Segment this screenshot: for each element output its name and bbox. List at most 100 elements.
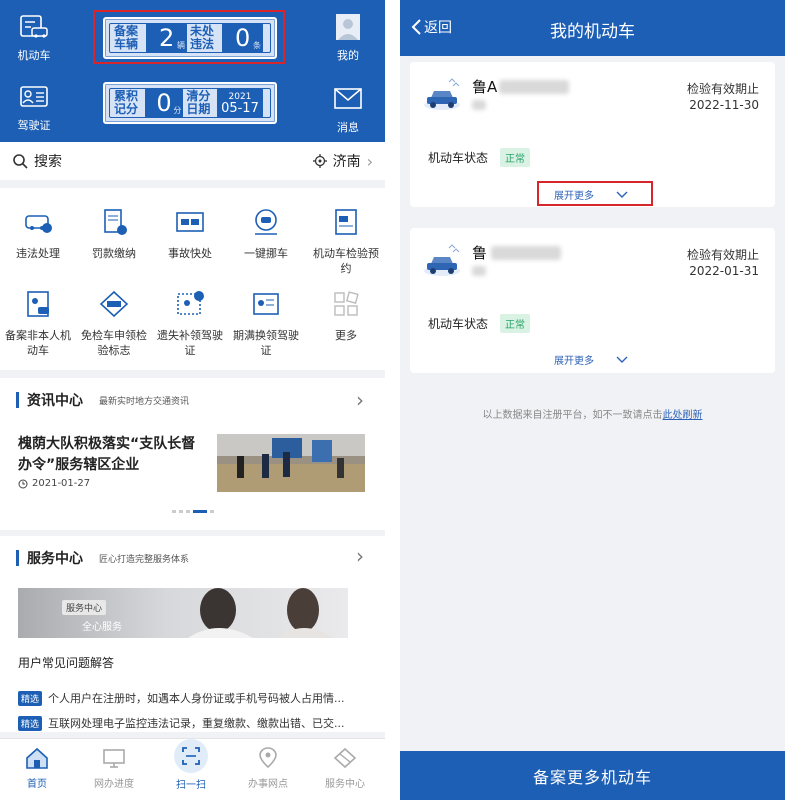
more-grid-icon	[334, 291, 359, 316]
featured-tag: 精选	[18, 715, 43, 731]
bottom-tab-bar: 首页 网办进度 扫一扫 办事网点 服务中心	[0, 738, 385, 800]
chevron-right-icon[interactable]: ›	[356, 388, 364, 412]
expand-label: 展开更多	[554, 191, 594, 202]
license-button[interactable]: 驾驶证	[12, 84, 56, 133]
my-vehicles-screen: 返回 我的机动车 鲁A 检验有效期止 2022-11-30 机动车状态 正常 展…	[400, 0, 785, 800]
service-label: 备案非本人机动车	[5, 329, 71, 357]
license-replace-icon	[177, 291, 204, 315]
refresh-link[interactable]: 此处刷新	[663, 410, 703, 421]
service-item-inspection[interactable]: 机动车检验预约	[308, 208, 384, 276]
exempt-badge-icon	[99, 290, 129, 318]
tab-service-center[interactable]: 服务中心	[315, 747, 375, 790]
service-item-fine[interactable]: 罚款缴纳	[76, 208, 152, 261]
points-summary-plate[interactable]: 累积记分 0 分 清分日期 2021 05-17	[103, 82, 277, 124]
vehicle-button-label: 机动车	[17, 49, 51, 62]
service-label: 违法处理	[16, 247, 60, 260]
service-banner[interactable]: 服务中心 全心服务	[18, 588, 348, 638]
tab-offices[interactable]: 办事网点	[238, 747, 298, 790]
notice-text: 以上数据来自注册平台，如不一致请点击	[482, 410, 663, 421]
register-more-vehicles-button[interactable]: 备案更多机动车	[400, 751, 785, 800]
inspection-icon	[335, 209, 357, 235]
status-label: 机动车状态	[428, 317, 489, 331]
home-icon	[26, 747, 48, 769]
expand-more-button[interactable]: 展开更多	[554, 187, 628, 202]
faq-item[interactable]: 精选 个人用户在注册时，如遇本人身份证或手机号码被人占用情...	[18, 690, 370, 706]
vehicle-card[interactable]: 鲁A 检验有效期止 2022-11-30 机动车状态 正常 展开更多	[410, 62, 775, 207]
chevron-right-icon[interactable]: ›	[356, 544, 364, 568]
scan-button-circle	[174, 739, 208, 773]
vehicle-card[interactable]: 鲁 检验有效期止 2022-01-31 机动车状态 正常 展开更多	[410, 228, 775, 373]
location-pin-icon	[259, 747, 277, 769]
section-accent-bar	[16, 550, 19, 566]
search-input[interactable]: 搜索	[34, 151, 62, 171]
inspection-date: 2022-11-30	[689, 98, 759, 112]
service-item-accident[interactable]: 事故快处	[152, 208, 228, 261]
news-headline[interactable]: 槐荫大队积极落实“支队长督办令”服务辖区企业	[18, 434, 208, 476]
search-bar[interactable]: 搜索 济南 ›	[0, 142, 385, 180]
service-center-title: 服务中心	[27, 551, 83, 567]
plate-prefix: 鲁	[472, 244, 488, 262]
service-item-more[interactable]: 更多	[308, 290, 384, 343]
inspection-label: 检验有效期止	[686, 82, 759, 96]
tab-home[interactable]: 首页	[7, 747, 67, 790]
banner-text: 全心服务	[82, 622, 122, 633]
service-item-lost-license[interactable]: 遗失补领驾驶证	[152, 290, 228, 358]
plate-number: 鲁A	[472, 76, 570, 97]
license-renew-icon	[253, 293, 279, 315]
news-photo	[217, 434, 365, 492]
tab-progress[interactable]: 网办进度	[84, 747, 144, 790]
status-row: 机动车状态 正常	[428, 148, 531, 167]
service-center-subtitle: 匠心打造完整服务体系	[99, 554, 190, 565]
mine-button[interactable]: 我的	[326, 14, 370, 63]
monitor-icon	[103, 749, 125, 768]
service-label: 更多	[335, 329, 357, 342]
service-item-exempt[interactable]: 免检车申领检验标志	[76, 290, 152, 358]
mine-button-label: 我的	[337, 49, 359, 62]
clear-date-label: 清分日期	[186, 89, 211, 116]
status-badge: 正常	[500, 314, 531, 333]
registered-vehicles-value: 2	[158, 24, 175, 52]
nav-bar: 返回 我的机动车	[400, 0, 785, 56]
service-label: 免检车申领检验标志	[81, 329, 147, 357]
registered-vehicles-unit: 辆	[177, 41, 185, 50]
faq-item[interactable]: 精选 互联网处理电子监控违法记录，重复缴款、缴款出错、已交...	[18, 715, 370, 731]
service-label: 一键挪车	[244, 247, 288, 260]
vehicle-summary-plate[interactable]: 备案车辆 2 辆 未处违法 0 条	[103, 17, 277, 59]
tab-label: 办事网点	[248, 779, 288, 790]
service-item-move-car[interactable]: 一键挪车	[228, 208, 304, 261]
points-label: 累积记分	[114, 89, 139, 116]
status-badge: 正常	[500, 148, 531, 167]
expand-label: 展开更多	[554, 356, 594, 367]
expand-more-button[interactable]: 展开更多	[554, 352, 628, 367]
news-header[interactable]: 资讯中心 最新实时地方交通资讯	[16, 390, 189, 410]
scan-icon	[182, 747, 200, 765]
car-violation-icon	[25, 215, 52, 233]
message-button-label: 消息	[337, 121, 359, 134]
tab-scan[interactable]: 扫一扫	[161, 739, 221, 791]
news-image[interactable]	[217, 434, 365, 492]
service-item-renew-license[interactable]: 期满换领驾驶证	[228, 290, 304, 358]
vehicle-button[interactable]: 机动车	[12, 14, 56, 63]
service-label: 机动车检验预约	[313, 247, 379, 275]
register-icon	[27, 291, 49, 317]
diamond-icon	[333, 747, 357, 769]
avatar-icon	[336, 14, 360, 40]
service-item-violation[interactable]: 违法处理	[0, 208, 76, 261]
home-screen: 机动车 驾驶证 我的 消息 备案车辆 2 辆 未处违法 0 条 累积记分 0 分…	[0, 0, 385, 800]
service-label: 期满换领驾驶证	[233, 329, 299, 357]
carousel-dots	[172, 510, 214, 513]
points-unit: 分	[173, 106, 182, 115]
service-center-header[interactable]: 服务中心 匠心打造完整服务体系	[16, 548, 189, 568]
city-selector[interactable]: 济南	[333, 151, 361, 171]
news-date: 2021-01-27	[32, 478, 91, 489]
message-button[interactable]: 消息	[326, 86, 370, 135]
status-label: 机动车状态	[428, 151, 489, 165]
document-payment-icon	[104, 209, 127, 235]
featured-tag: 精选	[18, 690, 43, 706]
owner-redacted	[472, 100, 486, 110]
status-row: 机动车状态 正常	[428, 314, 531, 333]
plate-redacted	[499, 79, 570, 94]
service-item-register-vehicle[interactable]: 备案非本人机动车	[0, 290, 76, 358]
register-more-label: 备案更多机动车	[532, 767, 652, 787]
points-count: 0 分	[144, 88, 184, 118]
